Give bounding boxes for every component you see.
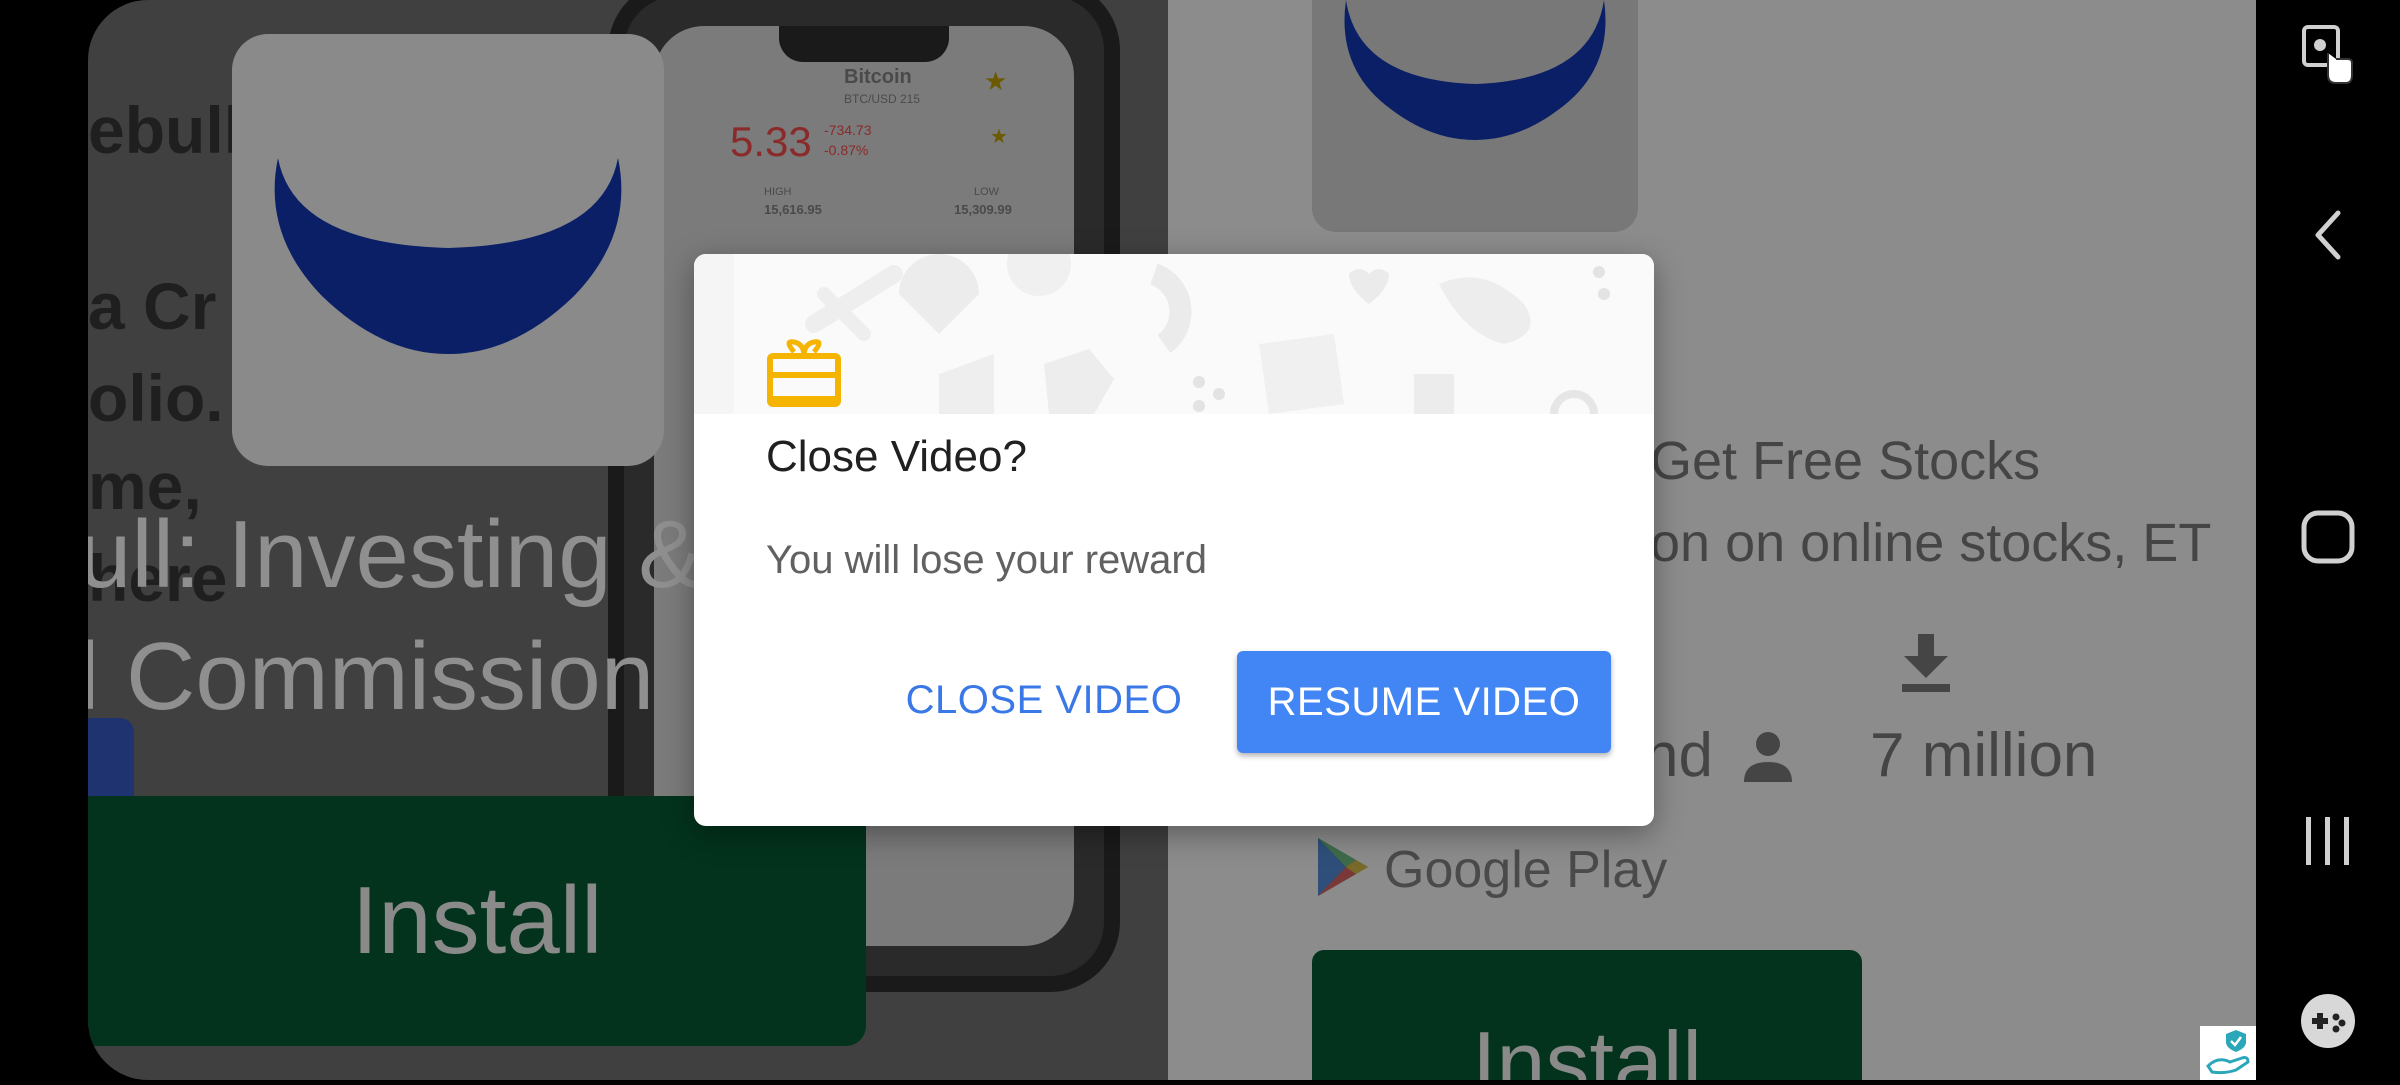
dialog-title: Close Video? xyxy=(766,432,1027,481)
star-icon: ★ xyxy=(984,66,1008,96)
phone-high-label: HIGH xyxy=(764,186,792,198)
phone-low-value: 15,309.99 xyxy=(954,202,1012,217)
bg-text-line-3: olio. xyxy=(88,361,224,435)
phone-notch xyxy=(779,26,949,62)
close-video-dialog: Close Video? You will lose your reward C… xyxy=(694,254,1654,826)
right-ad-description: on on online stocks, ET xyxy=(1650,513,2212,573)
rating-partial: nd xyxy=(1644,721,1713,790)
star-small-icon: ★ xyxy=(990,126,1008,148)
webull-app-icon-right[interactable] xyxy=(1312,0,1638,232)
webull-logo-icon xyxy=(274,158,622,354)
left-ad-title-line2: l Commission xyxy=(88,623,655,730)
phone-change-abs: -734.73 xyxy=(824,122,872,138)
phone-price: 5.33 xyxy=(730,118,812,165)
back-icon[interactable] xyxy=(2256,200,2400,270)
install-button-left[interactable]: Install xyxy=(88,796,866,1046)
person-icon xyxy=(1740,728,1796,789)
game-tools-icon[interactable] xyxy=(2256,986,2400,1056)
webull-logo-right-icon xyxy=(1344,0,1606,140)
dialog-message: You will lose your reward xyxy=(766,538,1207,582)
adchoices-icon[interactable] xyxy=(2200,1026,2256,1080)
phone-coin-name: Bitcoin xyxy=(844,66,912,88)
phone-coin-sub: BTC/USD 215 xyxy=(844,92,921,106)
bg-text-line-2: a Cr xyxy=(88,269,217,343)
phone-low-label: LOW xyxy=(974,186,1000,198)
webull-app-icon[interactable] xyxy=(232,34,664,466)
bg-text-line-1: ebull xyxy=(88,93,243,167)
download-icon xyxy=(1896,630,1956,699)
left-ad-title-line1: ull: Investing & xyxy=(88,501,703,608)
home-icon[interactable] xyxy=(2256,502,2400,572)
gift-icon xyxy=(766,338,842,413)
right-ad-subtitle: Get Free Stocks xyxy=(1650,431,2041,491)
phone-high-value: 15,616.95 xyxy=(764,202,822,217)
system-navigation-bar xyxy=(2256,0,2400,1080)
close-video-button[interactable]: CLOSE VIDEO xyxy=(894,650,1194,750)
recents-icon[interactable] xyxy=(2256,806,2400,876)
google-play-label: Google Play xyxy=(1384,841,1668,899)
phone-change-pct: -0.87% xyxy=(824,142,869,158)
downloads-count: 7 million xyxy=(1870,721,2098,790)
install-button-right[interactable]: Install xyxy=(1312,950,1862,1080)
google-play-icon xyxy=(1316,836,1370,903)
key-touch-icon[interactable] xyxy=(2256,20,2400,90)
resume-video-button[interactable]: RESUME VIDEO xyxy=(1237,651,1611,753)
blue-tag xyxy=(88,718,134,798)
